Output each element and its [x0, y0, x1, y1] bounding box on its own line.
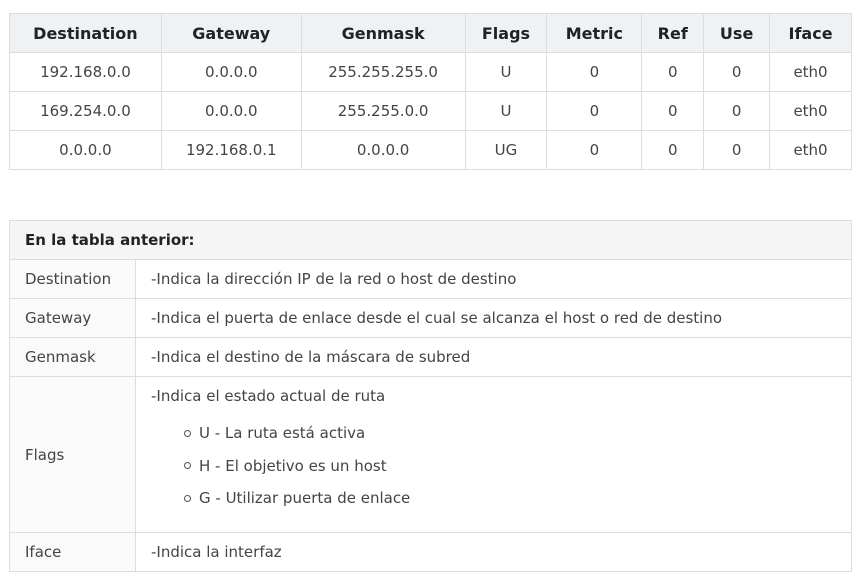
- list-item: G - Utilizar puerta de enlace: [184, 482, 851, 515]
- term-label: Genmask: [9, 337, 136, 377]
- cell-flags: U: [464, 52, 548, 92]
- explanation-row-genmask: Genmask -Indica el destino de la máscara…: [9, 337, 852, 377]
- circle-bullet-icon: [184, 429, 191, 437]
- cell-iface: eth0: [769, 130, 852, 170]
- cell-metric: 0: [546, 91, 643, 131]
- cell-use: 0: [703, 91, 771, 131]
- col-header-genmask: Genmask: [300, 13, 466, 53]
- list-item: U - La ruta está activa: [184, 417, 851, 450]
- term-label: Destination: [9, 259, 136, 299]
- flag-list: U - La ruta está activa H - El objetivo …: [151, 417, 851, 515]
- explanation-header-row: En la tabla anterior:: [9, 220, 852, 260]
- cell-flags: U: [464, 91, 548, 131]
- cell-destination: 192.168.0.0: [9, 52, 162, 92]
- col-header-metric: Metric: [546, 13, 643, 53]
- cell-destination: 0.0.0.0: [9, 130, 162, 170]
- routing-table-header-row: Destination Gateway Genmask Flags Metric…: [9, 13, 852, 53]
- col-header-flags: Flags: [464, 13, 548, 53]
- explanation-table: En la tabla anterior: Destination -Indic…: [9, 220, 852, 572]
- cell-genmask: 255.255.0.0: [300, 91, 466, 131]
- cell-use: 0: [703, 52, 771, 92]
- cell-gateway: 192.168.0.1: [160, 130, 302, 170]
- table-row: 169.254.0.0 0.0.0.0 255.255.0.0 U 0 0 0 …: [9, 91, 852, 131]
- col-header-gateway: Gateway: [160, 13, 302, 53]
- cell-ref: 0: [641, 130, 705, 170]
- col-header-destination: Destination: [9, 13, 162, 53]
- cell-ref: 0: [641, 52, 705, 92]
- cell-metric: 0: [546, 52, 643, 92]
- col-header-iface: Iface: [769, 13, 852, 53]
- cell-use: 0: [703, 130, 771, 170]
- circle-bullet-icon: [184, 462, 191, 470]
- cell-ref: 0: [641, 91, 705, 131]
- cell-iface: eth0: [769, 52, 852, 92]
- cell-flags: UG: [464, 130, 548, 170]
- flag-item-text: G - Utilizar puerta de enlace: [199, 489, 411, 507]
- flag-item-text: U - La ruta está activa: [199, 424, 366, 442]
- term-label: Iface: [9, 532, 136, 572]
- explanation-row-flags: Flags -Indica el estado actual de ruta U…: [9, 376, 852, 533]
- term-description: -Indica el puerta de enlace desde el cua…: [135, 298, 852, 338]
- term-label: Flags: [9, 376, 136, 533]
- circle-bullet-icon: [184, 494, 191, 502]
- cell-genmask: 0.0.0.0: [300, 130, 466, 170]
- flag-item-text: H - El objetivo es un host: [199, 456, 387, 475]
- table-row: 192.168.0.0 0.0.0.0 255.255.255.0 U 0 0 …: [9, 52, 852, 92]
- term-label: Gateway: [9, 298, 136, 338]
- col-header-ref: Ref: [641, 13, 705, 53]
- term-description: -Indica el estado actual de ruta: [151, 387, 386, 405]
- flags-description-cell: -Indica el estado actual de ruta U - La …: [135, 376, 852, 533]
- routing-table: Destination Gateway Genmask Flags Metric…: [9, 13, 852, 170]
- explanation-title: En la tabla anterior:: [9, 220, 852, 260]
- term-description: -Indica la interfaz: [135, 532, 852, 572]
- explanation-row-destination: Destination -Indica la dirección IP de l…: [9, 259, 852, 299]
- cell-genmask: 255.255.255.0: [300, 52, 466, 92]
- cell-gateway: 0.0.0.0: [160, 91, 302, 131]
- term-description: -Indica la dirección IP de la red o host…: [135, 259, 852, 299]
- cell-iface: eth0: [769, 91, 852, 131]
- explanation-row-gateway: Gateway -Indica el puerta de enlace desd…: [9, 298, 852, 338]
- cell-destination: 169.254.0.0: [9, 91, 162, 131]
- cell-gateway: 0.0.0.0: [160, 52, 302, 92]
- term-description: -Indica el destino de la máscara de subr…: [135, 337, 852, 377]
- list-item: H - El objetivo es un host: [184, 450, 851, 483]
- explanation-row-iface: Iface -Indica la interfaz: [9, 532, 852, 572]
- cell-metric: 0: [546, 130, 643, 170]
- table-row: 0.0.0.0 192.168.0.1 0.0.0.0 UG 0 0 0 eth…: [9, 130, 852, 170]
- col-header-use: Use: [703, 13, 771, 53]
